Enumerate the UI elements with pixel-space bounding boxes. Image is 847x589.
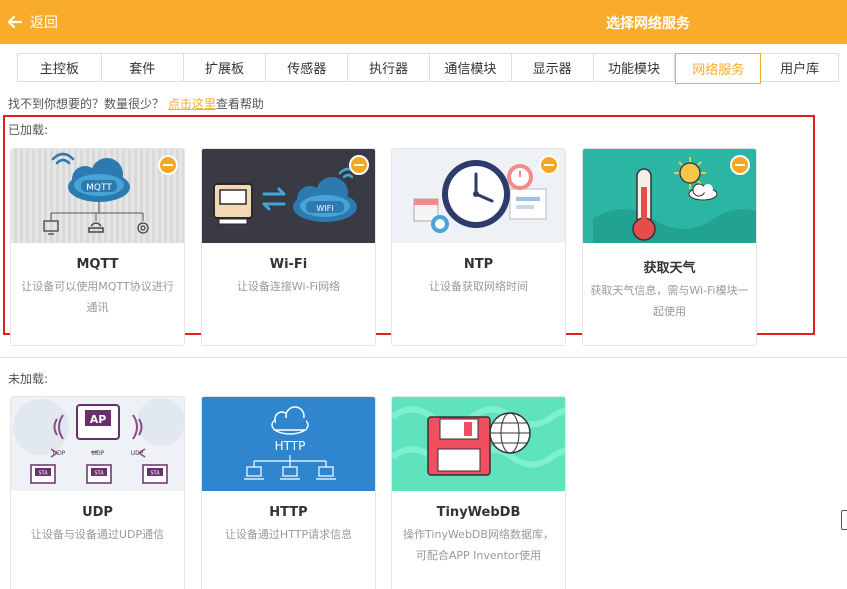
card-name: 获取天气 — [643, 261, 696, 276]
card-weather[interactable]: 获取天气 获取天气信息，需与Wi-Fi模块一起使用 — [582, 148, 757, 346]
card-description: 让设备获取网络时间 — [429, 280, 528, 293]
tab-sensor[interactable]: 传感器 — [266, 54, 349, 81]
udp-tag-middle: UDP — [92, 450, 105, 457]
help-line: 找不到你想要的？数量很少？ 点击这里查看帮助 — [8, 95, 264, 112]
back-label: 返回 — [30, 15, 58, 31]
card-mqtt[interactable]: MQTT MQTT 让设备可以使用MQTT协议进行通讯 — [10, 148, 185, 346]
help-suffix: 查看帮助 — [215, 97, 264, 111]
card-description: 让设备可以使用MQTT协议进行通讯 — [21, 280, 174, 314]
back-arrow-icon — [8, 16, 22, 28]
card-udp[interactable]: AP UDP UDP UDP STA STA STA UDP 让设备与设备通过U… — [10, 396, 185, 589]
tab-expansion-board[interactable]: 扩展板 — [183, 54, 267, 81]
weather-illustration — [583, 149, 756, 243]
card-tinywebdb[interactable]: TinyWebDB 操作TinyWebDB网络数据库，可配合APP Invent… — [391, 396, 566, 589]
remove-mqtt-button[interactable] — [158, 155, 178, 175]
card-http[interactable]: HTTP HTTP 让设备通过HTTP请求信息 — [201, 396, 376, 589]
sta-tag-left: STA — [38, 471, 48, 477]
back-button[interactable]: 返回 — [8, 12, 58, 32]
mqtt-cloud-text: MQTT — [86, 183, 112, 193]
card-name: UDP — [82, 505, 113, 520]
tab-display[interactable]: 显示器 — [511, 54, 594, 81]
card-description: 获取天气信息，需与Wi-Fi模块一起使用 — [590, 284, 749, 318]
remove-wifi-button[interactable] — [349, 155, 369, 175]
card-description: 让设备通过HTTP请求信息 — [224, 528, 353, 541]
udp-illustration: AP UDP UDP UDP STA STA STA — [11, 397, 184, 491]
minus-circle-icon — [544, 164, 554, 166]
category-tabs: 主控板 套件 扩展板 传感器 执行器 通信模块 显示器 功能模块 网络服务 用户… — [17, 53, 839, 84]
scroll-handle[interactable] — [841, 510, 847, 530]
card-name: HTTP — [269, 505, 308, 520]
sta-tag-middle: STA — [94, 471, 104, 477]
mqtt-illustration: MQTT — [11, 149, 184, 243]
help-text: 找不到你想要的？数量很少？ — [8, 97, 165, 111]
tab-main-board[interactable]: 主控板 — [18, 54, 102, 81]
card-name: NTP — [463, 257, 494, 272]
http-illustration: HTTP — [202, 397, 375, 491]
remove-ntp-button[interactable] — [539, 155, 559, 175]
udp-ap-text: AP — [90, 413, 107, 426]
remove-weather-button[interactable] — [730, 155, 750, 175]
card-description: 操作TinyWebDB网络数据库，可配合APP Inventor使用 — [403, 528, 554, 562]
card-wifi[interactable]: WIFI Wi-Fi 让设备连接Wi-Fi网络 — [201, 148, 376, 346]
help-link[interactable]: 点击这里 — [168, 97, 216, 111]
tinywebdb-illustration — [392, 397, 565, 491]
card-description: 让设备连接Wi-Fi网络 — [236, 280, 341, 293]
card-name: TinyWebDB — [436, 505, 521, 520]
card-name: MQTT — [76, 257, 119, 272]
unloaded-section-label: 未加载: — [8, 372, 49, 386]
wifi-illustration: WIFI — [202, 149, 375, 243]
tab-user-library[interactable]: 用户库 — [761, 54, 838, 81]
minus-circle-icon — [735, 164, 745, 166]
minus-circle-icon — [354, 164, 364, 166]
tab-network-service[interactable]: 网络服务 — [675, 53, 762, 84]
section-divider — [0, 357, 847, 358]
tab-communication[interactable]: 通信模块 — [429, 54, 512, 81]
card-ntp[interactable]: NTP 让设备获取网络时间 — [391, 148, 566, 346]
card-description: 让设备与设备通过UDP通信 — [30, 528, 165, 541]
wifi-cloud-text: WIFI — [316, 204, 333, 213]
tab-function[interactable]: 功能模块 — [593, 54, 676, 81]
tab-actuator[interactable]: 执行器 — [348, 54, 430, 81]
http-label-text: HTTP — [275, 439, 306, 453]
top-bar: 返回 选择网络服务 — [0, 0, 847, 44]
page-title: 选择网络服务 — [606, 16, 690, 32]
ntp-illustration — [392, 149, 565, 243]
card-name: Wi-Fi — [269, 257, 308, 272]
minus-circle-icon — [163, 164, 173, 166]
tab-kit[interactable]: 套件 — [101, 54, 184, 81]
sta-tag-right: STA — [150, 471, 160, 477]
